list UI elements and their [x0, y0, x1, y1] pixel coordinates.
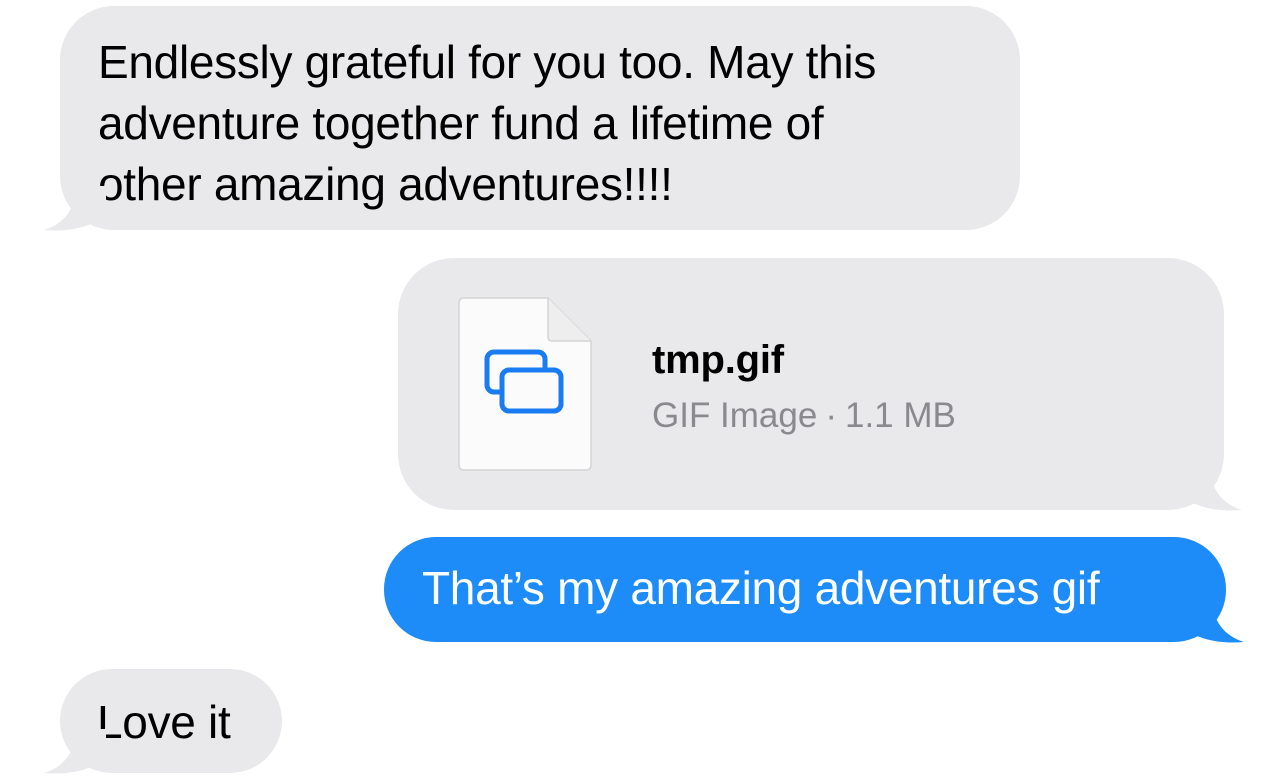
message-text: That’s my amazing adventures gif — [422, 562, 1100, 614]
file-size: 1.1 MB — [844, 396, 956, 435]
meta-separator: · — [825, 396, 837, 435]
bubble-tail — [44, 186, 106, 231]
gif-file-icon — [458, 297, 592, 471]
file-name: tmp.gif — [652, 338, 784, 382]
bubble-tail — [1182, 598, 1244, 643]
file-attachment-bubble[interactable]: tmp.gif GIF Image · 1.1 MB — [398, 258, 1224, 510]
message-text: Love it — [97, 696, 231, 748]
bubble-tail — [1180, 466, 1242, 511]
file-details: GIF Image · 1.1 MB — [652, 394, 956, 438]
incoming-message-bubble[interactable]: Endlessly grateful for you too. May this… — [60, 6, 1020, 230]
file-type: GIF Image — [652, 396, 818, 435]
message-text: Endlessly grateful for you too. May this… — [98, 36, 877, 210]
outgoing-message-bubble[interactable]: That’s my amazing adventures gif — [384, 537, 1226, 642]
bubble-tail — [44, 729, 106, 774]
